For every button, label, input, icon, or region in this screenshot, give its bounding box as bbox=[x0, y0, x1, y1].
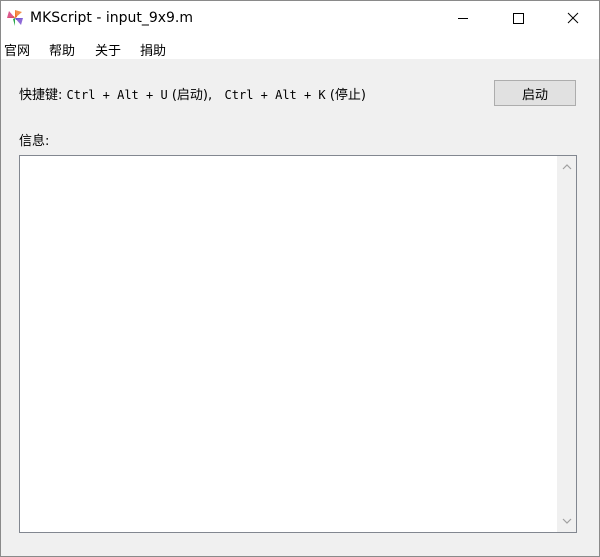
close-button[interactable] bbox=[547, 1, 599, 35]
menu-about[interactable]: 关于 bbox=[95, 40, 121, 59]
close-icon bbox=[567, 12, 579, 24]
scroll-down-button[interactable] bbox=[557, 512, 576, 530]
info-label: 信息: bbox=[19, 134, 50, 149]
hotkey-stop-combo: Ctrl + Alt + K bbox=[224, 88, 326, 102]
menu-donate[interactable]: 捐助 bbox=[140, 40, 166, 59]
menu-official-site[interactable]: 官网 bbox=[4, 40, 30, 59]
chevron-down-icon bbox=[562, 518, 571, 524]
hotkey-stop-text: (停止) bbox=[329, 88, 366, 103]
title-bar[interactable]: MKScript - input_9x9.m bbox=[1, 1, 599, 35]
hotkey-start-combo: Ctrl + Alt + U bbox=[66, 88, 168, 102]
minimize-button[interactable] bbox=[437, 1, 489, 35]
info-scrollbar[interactable] bbox=[557, 156, 576, 532]
menu-help[interactable]: 帮助 bbox=[49, 40, 75, 59]
maximize-button[interactable] bbox=[492, 1, 544, 35]
app-window: MKScript - input_9x9.m 官网 帮助 关于 捐助 快捷键: … bbox=[0, 0, 600, 557]
scroll-up-button[interactable] bbox=[557, 158, 576, 176]
start-button[interactable]: 启动 bbox=[494, 80, 576, 106]
chevron-up-icon bbox=[562, 164, 571, 170]
minimize-icon bbox=[458, 18, 468, 19]
hotkey-start-text: (启动), bbox=[171, 88, 213, 103]
menu-bar: 官网 帮助 关于 捐助 bbox=[1, 35, 599, 59]
maximize-icon bbox=[513, 13, 524, 24]
hotkey-prefix: 快捷键: bbox=[19, 88, 63, 103]
window-title: MKScript - input_9x9.m bbox=[30, 10, 194, 26]
info-textbox[interactable] bbox=[19, 155, 577, 533]
mkscript-app-icon bbox=[7, 10, 23, 26]
hotkey-description: 快捷键: Ctrl + Alt + U (启动), Ctrl + Alt + K… bbox=[19, 84, 366, 103]
